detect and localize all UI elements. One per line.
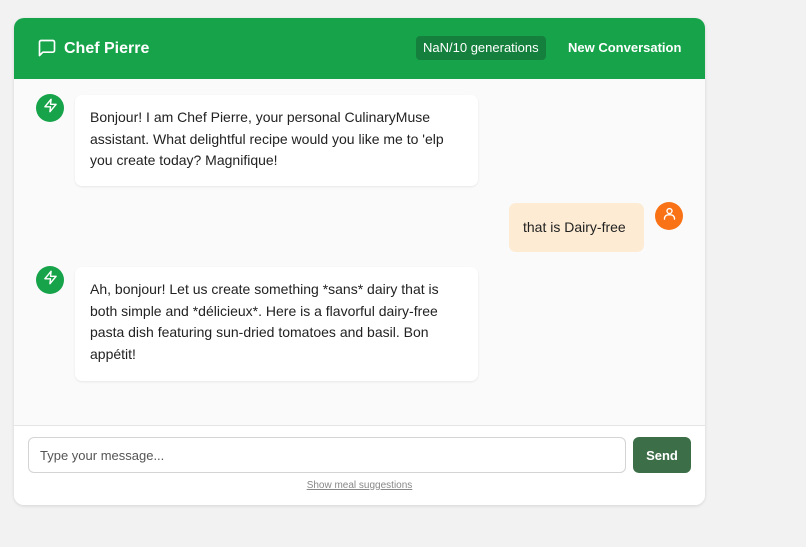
- message-input[interactable]: [28, 437, 626, 473]
- assistant-avatar: [36, 266, 64, 294]
- user-avatar: [655, 202, 683, 230]
- assistant-avatar: [36, 94, 64, 122]
- user-message: that is Dairy-free: [509, 203, 644, 252]
- assistant-message: Ah, bonjour! Let us create something *sa…: [75, 267, 478, 381]
- show-meal-suggestions-link[interactable]: Show meal suggestions: [14, 480, 705, 491]
- user-icon: [662, 206, 677, 226]
- zap-icon: [43, 270, 58, 290]
- new-conversation-button[interactable]: New Conversation: [560, 36, 689, 60]
- generation-counter-badge: NaN/10 generations: [416, 36, 546, 60]
- message-square-icon: [37, 38, 57, 58]
- chat-header: Chef Pierre NaN/10 generations New Conve…: [14, 18, 705, 79]
- send-button[interactable]: Send: [633, 437, 691, 473]
- assistant-message: Bonjour! I am Chef Pierre, your personal…: [75, 95, 478, 186]
- chat-title: Chef Pierre: [64, 40, 150, 57]
- composer: Send Show meal suggestions: [14, 426, 705, 505]
- zap-icon: [43, 98, 58, 118]
- chat-window: Chef Pierre NaN/10 generations New Conve…: [14, 18, 705, 505]
